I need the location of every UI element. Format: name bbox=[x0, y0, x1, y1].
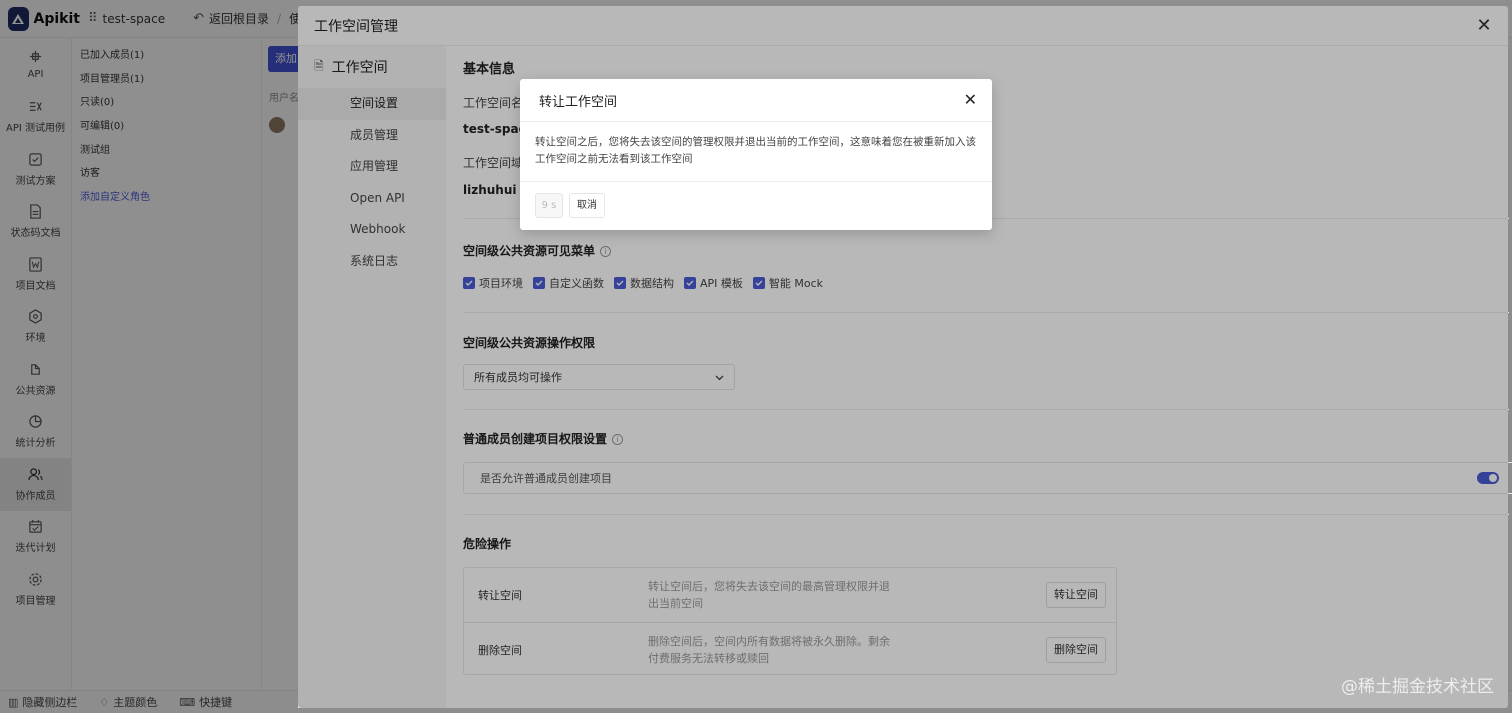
dialog-footer: 9 s 取消 bbox=[520, 182, 992, 229]
confirm-countdown-button[interactable]: 9 s bbox=[535, 193, 563, 218]
transfer-workspace-dialog: 转让工作空间 ✕ 转让空间之后，您将失去该空间的管理权限并退出当前的工作空间，这… bbox=[520, 79, 992, 230]
dialog-body: 转让空间之后，您将失去该空间的管理权限并退出当前的工作空间，这意味着您在被重新加… bbox=[520, 122, 992, 182]
dialog-close-icon[interactable]: ✕ bbox=[964, 91, 977, 109]
dialog-header: 转让工作空间 bbox=[520, 79, 992, 122]
dialog-title: 转让工作空间 bbox=[539, 94, 618, 110]
cancel-button[interactable]: 取消 bbox=[569, 193, 605, 218]
watermark: @稀土掘金技术社区 bbox=[1341, 677, 1494, 697]
